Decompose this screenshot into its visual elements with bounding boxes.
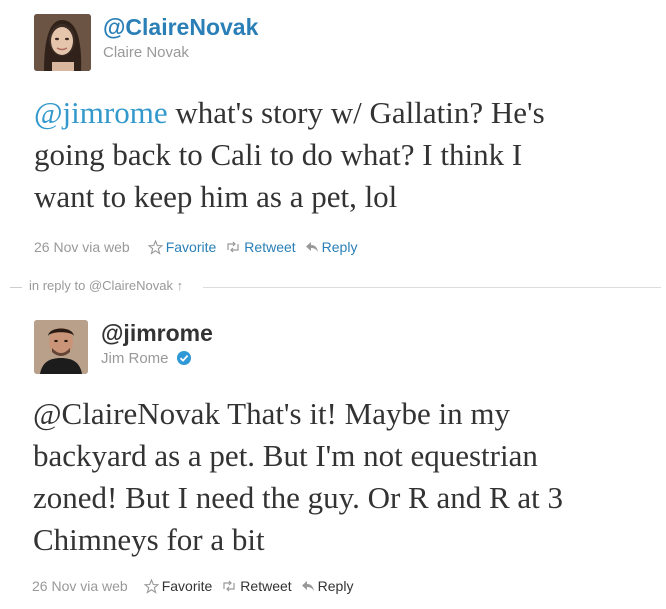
tweet-text: @jimrome what's story w/ Gallatin? He's … [34,92,654,218]
verified-badge-icon [176,351,191,365]
avatar-jimrome-image [34,320,88,374]
timestamp[interactable]: 26 Nov [32,578,76,594]
reply-label: Reply [321,239,358,255]
favorite-label: Favorite [161,578,213,594]
favorite-button[interactable]: Favorite [147,239,217,255]
tweet-text-line: zoned! But I need the guy. Or R and R at… [33,480,564,515]
tweet-text-line: want to keep him as a pet, lol [34,179,398,214]
reply-context-divider: in reply to @ClaireNovak ↑ [0,278,666,296]
retweet-icon [227,241,239,253]
retweet-label: Retweet [244,239,296,255]
reply-icon [301,581,314,591]
tweet-text-line: going back to Cali to do what? I think I [34,137,523,172]
avatar-claire-image [34,14,91,71]
tweet-text-line: what's story w/ Gallatin? He's [167,95,545,130]
timestamp[interactable]: 26 Nov [34,239,78,255]
tweet-text: @ClaireNovak That's it! Maybe in my back… [33,393,653,561]
author-name-row: Jim Rome [101,350,191,367]
favorite-button[interactable]: Favorite [143,578,213,594]
divider-line-right [203,287,661,288]
star-icon [147,239,163,255]
tweet-text-line: backyard as a pet. But I'm not equestria… [33,438,538,473]
mention-link[interactable]: @jimrome [34,95,168,130]
author-handle[interactable]: @ClaireNovak [103,14,258,41]
favorite-label: Favorite [165,239,217,255]
author-name: Claire Novak [103,44,189,61]
tweet-text-line: @ClaireNovak That's it! Maybe in my [33,396,510,431]
in-reply-to-link[interactable]: in reply to @ClaireNovak ↑ [29,278,183,293]
author-handle[interactable]: @jimrome [101,320,213,347]
reply-button[interactable]: Reply [301,578,354,594]
avatar-jimrome[interactable] [34,320,88,374]
source: via web [80,578,128,594]
retweet-button[interactable]: Retweet [225,239,296,255]
retweet-label: Retweet [240,578,292,594]
retweet-button[interactable]: Retweet [221,578,292,594]
tweet-text-line: Chimneys for a bit [33,522,265,557]
author-name: Jim Rome [101,350,169,367]
reply-button[interactable]: Reply [305,239,358,255]
divider-line-left [10,287,22,288]
checkmark-icon [179,354,188,362]
star-icon [143,578,159,594]
tweet-meta: 26 Nov via web Favorite Retweet Reply [32,578,353,594]
reply-icon [305,242,318,252]
tweet-meta: 26 Nov via web Favorite Retweet Reply [34,239,357,255]
source: via web [82,239,130,255]
avatar-claire[interactable] [34,14,91,71]
reply-label: Reply [317,578,354,594]
retweet-icon [223,580,235,592]
